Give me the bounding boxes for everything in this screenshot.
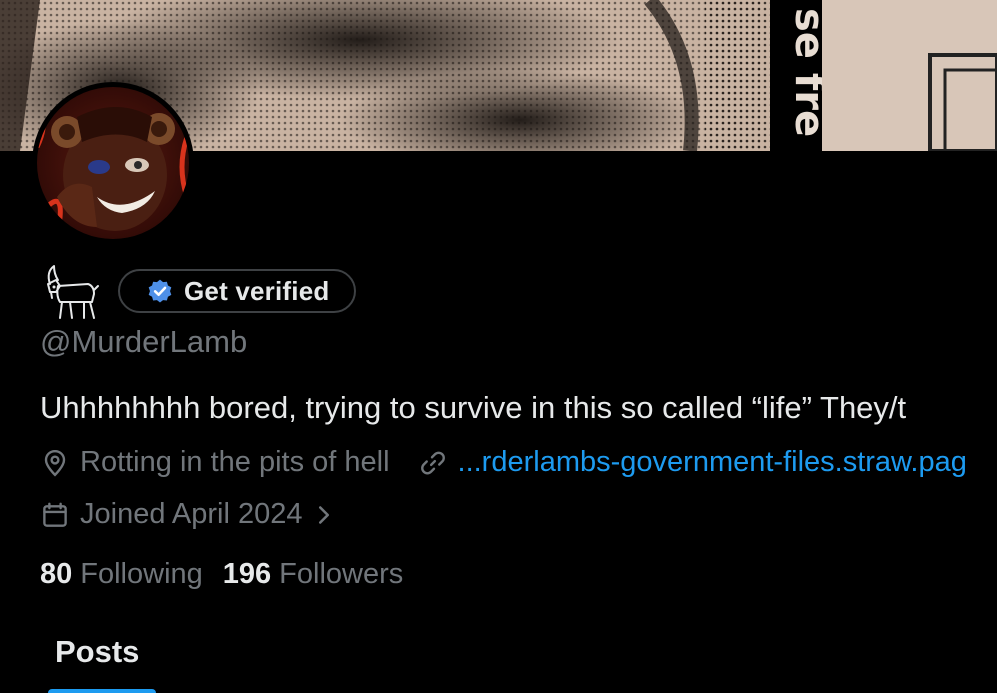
profile-website-link[interactable]: ...rderlambs-government-files.straw.pag [458,446,967,479]
link-icon [420,451,445,474]
following-count: 80 [40,558,73,590]
followers-label: Followers [279,558,404,590]
tab-posts[interactable]: Posts [55,634,139,670]
get-verified-button[interactable]: Get verified [118,269,357,313]
profile-location: Rotting in the pits of hell [80,446,390,478]
chevron-right-icon [318,505,329,524]
following-link[interactable]: 80 Following [40,558,203,591]
profile-handle: @MurderLamb [40,324,248,359]
goat-emoji-icon [47,265,99,319]
get-verified-label: Get verified [184,275,330,306]
avatar[interactable] [32,82,194,244]
profile-stats: 80 Following 196 Followers [40,558,403,591]
verified-badge-icon [148,279,172,303]
profile-page: se fre Get verified @MurderLamb Uhhhhhhh… [0,0,997,693]
name-row: Get verified [40,262,357,320]
profile-joined-row[interactable]: Joined April 2024 [40,498,335,531]
followers-count: 196 [222,558,272,590]
calendar-icon [43,502,67,527]
profile-bio: Uhhhhhhhh bored, trying to survive in th… [40,390,907,425]
profile-joined-date: Joined April 2024 [80,498,303,530]
location-pin-icon [44,449,66,477]
tab-active-indicator [48,689,156,693]
avatar-image [37,87,189,239]
followers-link[interactable]: 196 Followers [223,558,403,591]
following-label: Following [80,558,203,590]
profile-meta-row: Rotting in the pits of hell ...rderlambs… [40,446,967,479]
